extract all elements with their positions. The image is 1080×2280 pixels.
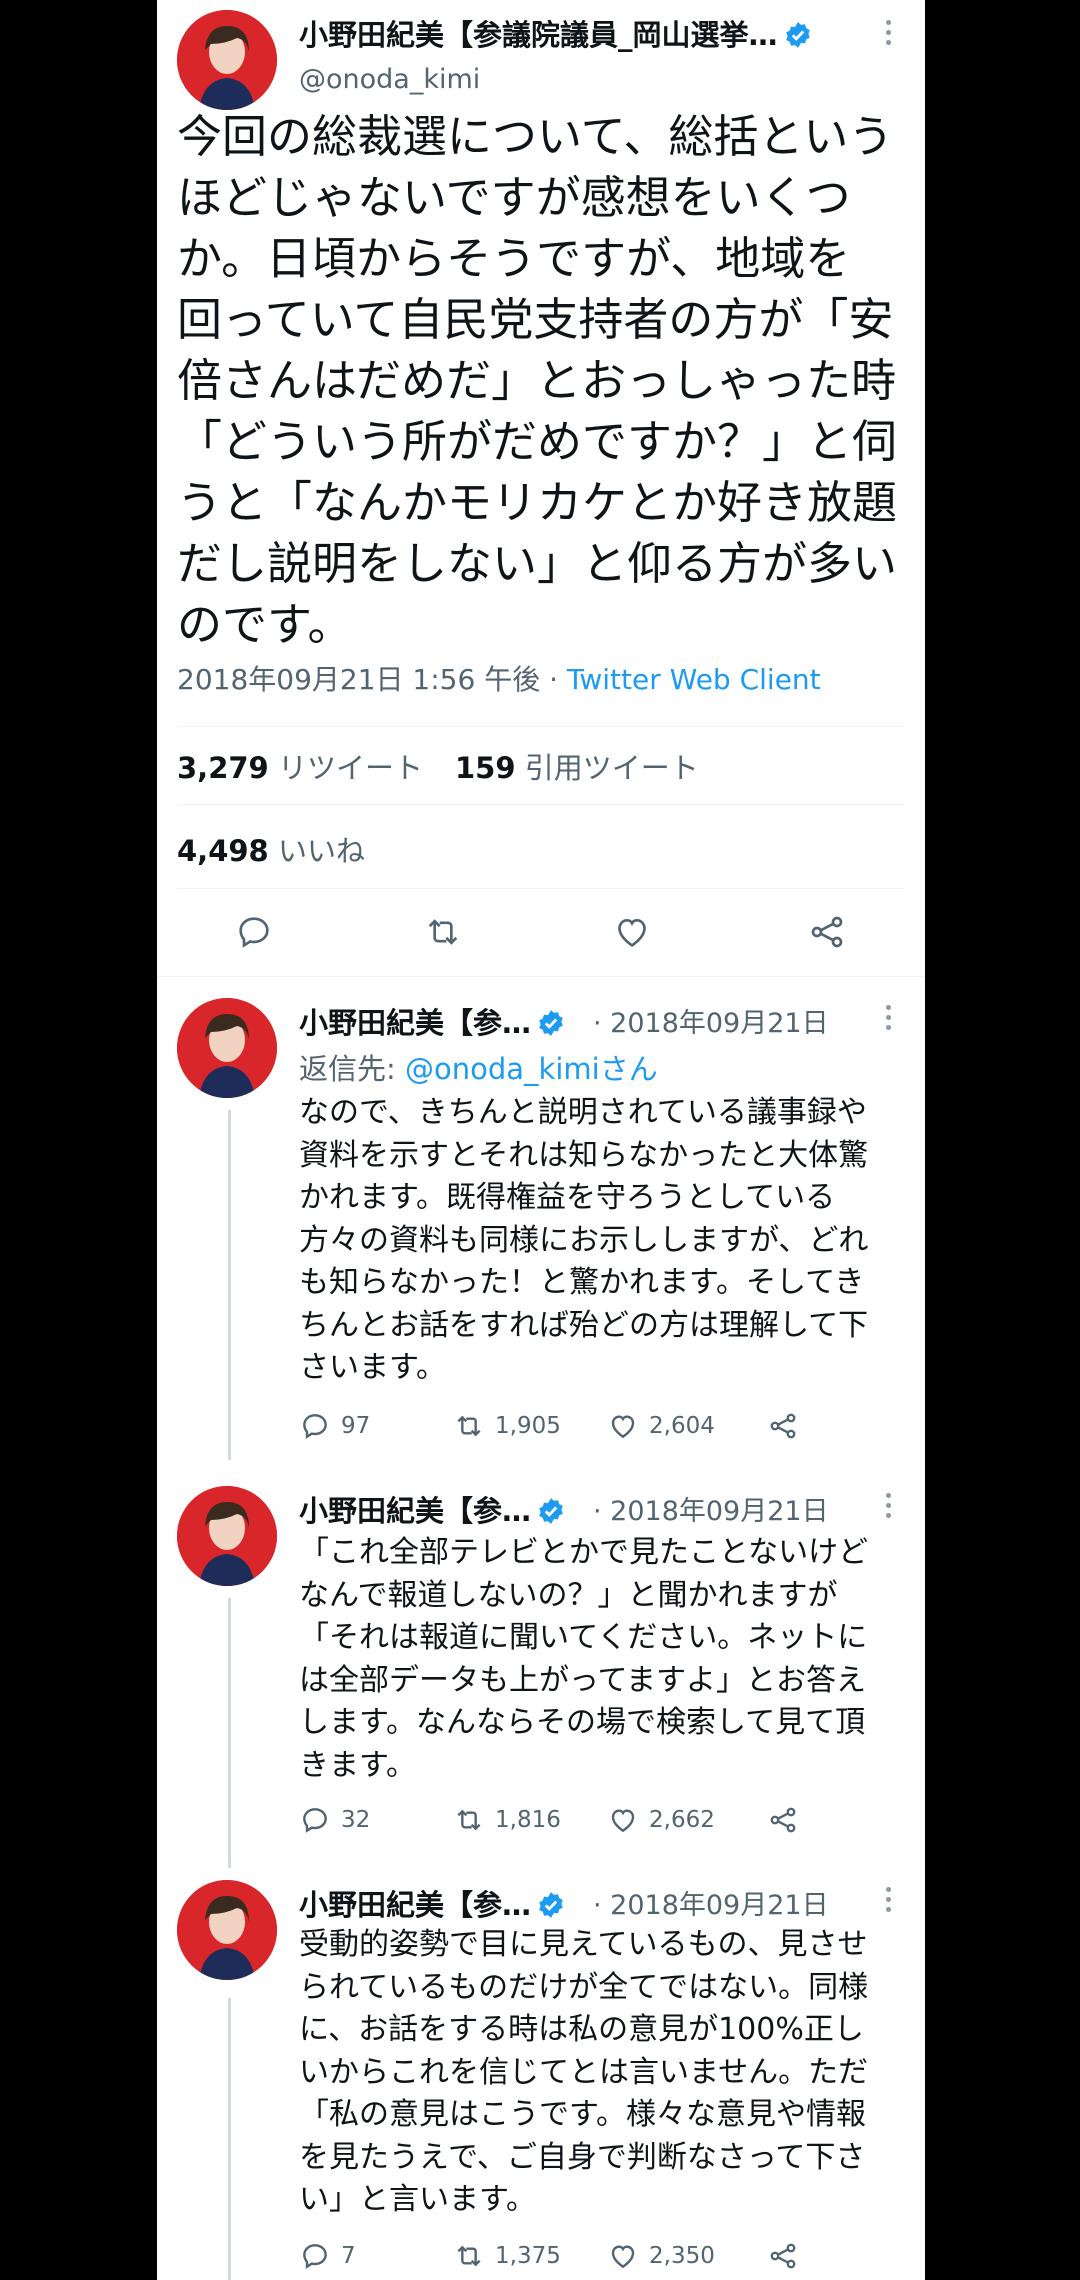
like-stats[interactable]: 4,498 いいね xyxy=(177,828,365,870)
divider xyxy=(157,976,925,977)
reply-button[interactable]: 97 xyxy=(299,1410,370,1442)
tweet-source[interactable]: Twitter Web Client xyxy=(567,663,821,696)
thread-line xyxy=(228,1110,231,1460)
reply-button[interactable]: 7 xyxy=(299,2240,356,2272)
thread-line xyxy=(228,1998,231,2280)
reply-to-link[interactable]: @onoda_kimiさん xyxy=(405,1052,658,1086)
more-options-icon[interactable] xyxy=(883,1005,893,1035)
author-name[interactable]: 小野田紀美【参議院議員_岡山選挙… xyxy=(299,12,812,54)
like-button[interactable]: 2,604 xyxy=(607,1410,715,1442)
heart-icon[interactable] xyxy=(612,912,652,952)
share-icon xyxy=(770,1413,796,1439)
tweet-thread-panel: 小野田紀美【参議院議員_岡山選挙… @onoda_kimi 今回の総裁選について… xyxy=(157,0,925,2280)
retweet-icon xyxy=(457,1809,481,1831)
retweet-icon xyxy=(457,2245,481,2267)
avatar[interactable] xyxy=(177,10,277,110)
author-name[interactable]: 小野田紀美【参… xyxy=(299,1488,565,1530)
retweet-button[interactable]: 1,375 xyxy=(453,2240,561,2272)
author-handle[interactable]: @onoda_kimi xyxy=(299,64,480,95)
tweet-timestamp[interactable]: 2018年09月21日 1:56 午後 · Twitter Web Client xyxy=(177,658,821,698)
retweet-icon[interactable] xyxy=(423,912,463,952)
heart-icon xyxy=(611,1415,635,1439)
share-button[interactable] xyxy=(767,1804,809,1836)
divider xyxy=(177,804,905,805)
verified-badge-icon xyxy=(537,1497,565,1525)
like-button[interactable]: 2,350 xyxy=(607,2240,715,2272)
tweet-text: 今回の総裁選について、総括という ほどじゃないですが感想をいくつ か。日頃からそうで… xyxy=(177,110,898,651)
retweet-button[interactable]: 1,905 xyxy=(453,1410,561,1442)
more-options-icon[interactable] xyxy=(883,1887,893,1917)
avatar[interactable] xyxy=(177,998,277,1098)
thread-line xyxy=(228,1598,231,1868)
more-options-icon[interactable] xyxy=(883,20,893,50)
retweet-button[interactable]: 1,816 xyxy=(453,1804,561,1836)
more-options-icon[interactable] xyxy=(883,1493,893,1523)
reply-text: 受動的姿勢で目に見えているもの、見させ られているものだけが全てではない。同様 に、… xyxy=(299,1927,869,2217)
reply-to-label: 返信先: @onoda_kimiさん xyxy=(299,1052,658,1086)
heart-icon xyxy=(611,1809,635,1833)
avatar[interactable] xyxy=(177,1880,277,1980)
share-icon xyxy=(770,1807,796,1833)
share-button[interactable] xyxy=(767,2240,809,2272)
retweet-icon xyxy=(457,1415,481,1437)
heart-icon xyxy=(611,2245,635,2269)
reply-icon xyxy=(303,2244,327,2269)
author-name[interactable]: 小野田紀美【参… xyxy=(299,1000,565,1042)
reply-icon[interactable] xyxy=(234,912,274,952)
share-icon xyxy=(770,2243,796,2269)
like-button[interactable]: 2,662 xyxy=(607,1804,715,1836)
retweet-stats[interactable]: 3,279 リツイート xyxy=(177,745,423,787)
reply-date[interactable]: · 2018年09月21日 xyxy=(593,1489,829,1528)
verified-badge-icon xyxy=(537,1891,565,1919)
divider xyxy=(177,888,905,889)
divider xyxy=(177,726,905,727)
reply-icon xyxy=(303,1808,327,1833)
quote-stats[interactable]: 159 引用ツイート xyxy=(455,745,699,787)
author-name[interactable]: 小野田紀美【参… xyxy=(299,1882,565,1924)
reply-icon xyxy=(303,1414,327,1439)
reply-date[interactable]: · 2018年09月21日 xyxy=(593,1001,829,1040)
avatar[interactable] xyxy=(177,1486,277,1586)
reply-text: なので、きちんと説明されている議事録や 資料を示すとそれは知らなかったと大体驚 かれ… xyxy=(299,1095,869,1385)
verified-badge-icon xyxy=(537,1009,565,1037)
share-button[interactable] xyxy=(767,1410,809,1442)
reply-date[interactable]: · 2018年09月21日 xyxy=(593,1883,829,1922)
share-icon[interactable] xyxy=(807,912,847,952)
verified-badge-icon xyxy=(784,21,812,49)
reply-text: 「これ全部テレビとかで見たことないけど なんで報道しないの？」と聞かれますが 「それ… xyxy=(299,1535,869,1783)
reply-button[interactable]: 32 xyxy=(299,1804,370,1836)
